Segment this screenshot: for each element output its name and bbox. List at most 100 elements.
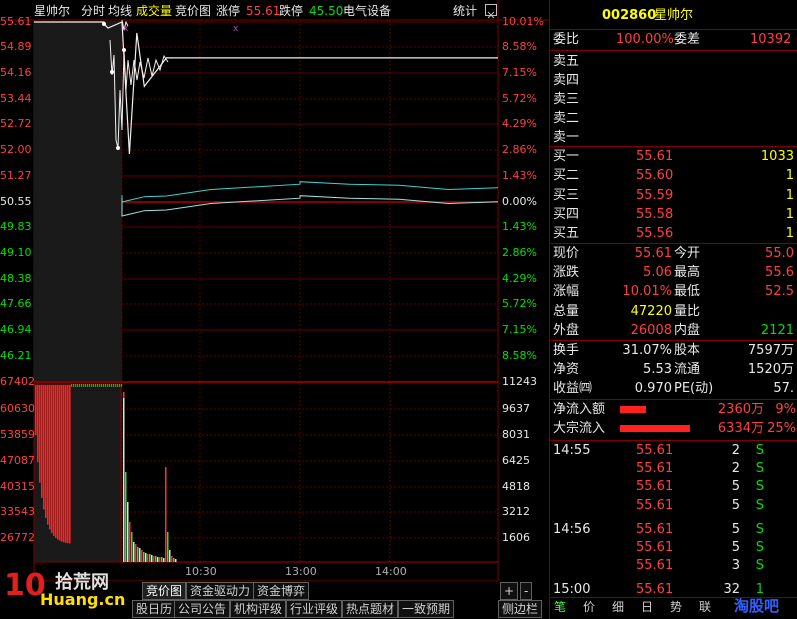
stat-row: 收益㈣ 0.970 PE(动) 57. [550, 380, 797, 398]
stat-label: 今开 [674, 246, 701, 261]
right-tab[interactable]: 势 [670, 600, 682, 614]
buy-row[interactable]: 买五 55.56 1 [550, 225, 797, 243]
sell-row: 卖三 [550, 91, 797, 109]
auction-volume-bar [65, 385, 67, 543]
volume-bar [139, 548, 141, 562]
price-marker [116, 146, 120, 150]
auction-volume-tick [77, 384, 79, 387]
auction-volume-tick [85, 384, 87, 387]
stat-label: 现价 [553, 246, 580, 261]
price-tick-left: 50.55 [0, 195, 32, 208]
stat-label: 换手 [553, 343, 580, 358]
tick-side: S [755, 497, 764, 513]
price-tick-left: 53.44 [0, 92, 32, 105]
auction-chart-button[interactable]: 竞价图 [175, 4, 211, 18]
price-tick-right: 7.15% [502, 323, 537, 336]
right-tab[interactable]: 日 [641, 600, 653, 614]
tick-volume: 5 [731, 479, 740, 495]
price-tick-right: 2.86% [502, 246, 537, 259]
tab-auction-chart[interactable]: 竞价图 [142, 582, 187, 600]
price-tick-left: 46.94 [0, 323, 32, 336]
right-tab[interactable]: 笔 [554, 600, 566, 614]
price-tick-right: 5.72% [502, 297, 537, 310]
volume-tick-left: 40315 [0, 480, 35, 493]
view-avg-button[interactable]: 均线 [108, 4, 132, 18]
stock-name: 星帅尔 [34, 4, 71, 18]
stat-label: 内盘 [674, 322, 701, 338]
auction-volume-bar [37, 385, 39, 463]
nav-stock-calendar[interactable]: 股日历 [132, 600, 177, 618]
auction-volume-tick [95, 384, 97, 387]
auction-volume-bar [53, 385, 55, 536]
auction-volume-bar [63, 385, 65, 543]
stats-button[interactable]: 统计 [453, 4, 477, 18]
tick-volume: 5 [731, 521, 740, 537]
stat-value: 55.61 [634, 246, 672, 261]
price-tick-left: 46.21 [0, 349, 32, 362]
flow-label: 大宗流入 [553, 421, 606, 436]
stat-value: 47220 [630, 303, 672, 319]
right-tab[interactable]: 价 [583, 600, 595, 614]
auction-volume-bar [57, 385, 59, 540]
stat-label: 最低 [674, 284, 701, 300]
intraday-chart[interactable]: xx [0, 0, 549, 581]
tick-side: S [755, 461, 764, 477]
buy-level-label: 买三 [553, 187, 580, 203]
nav-hot-topics[interactable]: 热点题材 [342, 600, 399, 618]
tick-side: S [755, 443, 764, 458]
tab-fund-drive[interactable]: 资金驱动力 [186, 582, 255, 600]
volume-tick-right: 1606 [502, 531, 530, 544]
wei-bi-label: 委比 [553, 32, 580, 47]
zoom-out-button[interactable]: - [520, 582, 533, 600]
tick-time: 14:55 [553, 443, 591, 458]
sidebar-toggle[interactable]: 侧边栏 [498, 600, 543, 618]
volume-label-button[interactable]: 成交量 [136, 4, 172, 18]
stat-label: 涨跌 [553, 265, 580, 281]
volume-bar [131, 532, 133, 562]
stat-row: 现价 55.61 今开 55.0 [550, 245, 797, 263]
nav-consensus[interactable]: 一致预期 [398, 600, 455, 618]
auction-volume-tick [97, 384, 99, 387]
tab-fund-game[interactable]: 资金博弈 [253, 582, 310, 600]
nav-announcements[interactable]: 公司公告 [174, 600, 231, 618]
stat-row: 换手 31.07% 股本 7597万 [550, 342, 797, 360]
buy-level-label: 买一 [553, 149, 580, 164]
wei-bi-value: 100.00% [616, 32, 674, 47]
tick-row: 55.61 2 S [550, 460, 797, 478]
buy-row[interactable]: 买三 55.59 1 [550, 187, 797, 205]
buy-row[interactable]: 买二 55.60 1 [550, 167, 797, 185]
stat-value: 2121 [760, 322, 794, 338]
nav-institution-rating[interactable]: 机构评级 [230, 600, 287, 618]
buy-level-label: 买四 [553, 206, 580, 222]
time-tick: 10:30 [185, 565, 217, 578]
auction-volume-bar [45, 385, 47, 519]
buy-level-label: 买二 [553, 168, 580, 184]
auction-volume-bar [67, 385, 69, 544]
stat-value: 5.06 [643, 265, 672, 281]
close-icon[interactable] [485, 4, 497, 19]
auction-volume-tick [99, 384, 101, 387]
tick-row: 14:55 55.61 2 S [550, 442, 797, 460]
right-tab[interactable]: 细 [612, 600, 624, 614]
view-intraday-button[interactable]: 分时 [81, 4, 105, 18]
sell-level-label: 卖五 [553, 54, 580, 69]
quote-panel: 002860 星帅尔 委比 100.00% 委差 10392 卖五 卖四 卖三 卖二卖… [549, 0, 797, 619]
auction-shade [34, 21, 122, 381]
auction-volume-tick [105, 384, 107, 387]
right-tab[interactable]: 联 [699, 600, 711, 614]
volume-bar [127, 502, 129, 562]
zoom-in-button[interactable]: + [500, 582, 519, 600]
buy-row[interactable]: 买一 55.61 1033 [550, 148, 797, 166]
price-tick-right: 7.15% [502, 66, 537, 79]
price-tick-right: 5.72% [502, 92, 537, 105]
stock-code: 002860 [602, 8, 657, 23]
auction-volume-tick [107, 384, 109, 387]
volume-bar [151, 555, 153, 562]
nav-industry-rating[interactable]: 行业评级 [286, 600, 343, 618]
buy-row[interactable]: 买四 55.58 1 [550, 206, 797, 224]
flow-pct: 9% [775, 402, 796, 417]
volume-tick-right: 11243 [502, 375, 537, 388]
tick-price: 55.61 [636, 558, 674, 574]
stat-label: 总量 [553, 303, 580, 319]
auction-volume-bar [39, 385, 41, 483]
